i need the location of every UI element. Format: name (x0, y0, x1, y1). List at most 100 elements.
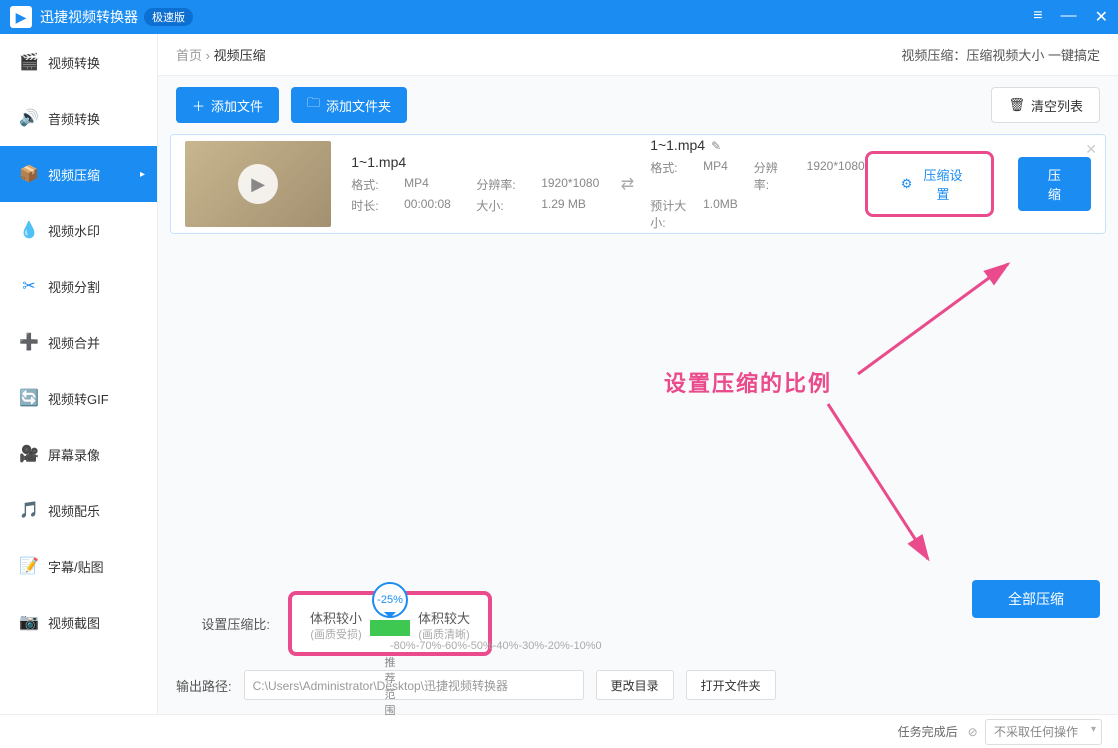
merge-icon: ➕ (20, 333, 38, 351)
content-area: 首页 › 视频压缩 视频压缩：压缩视频大小 一键搞定 ＋添加文件 🗀 添加文件夹 … (158, 34, 1118, 714)
shuffle-icon: ⇄ (621, 174, 634, 194)
sidebar-item-split[interactable]: ✂ 视频分割 (0, 258, 157, 314)
audio-icon: 🔊 (20, 109, 38, 127)
split-icon: ✂ (20, 277, 38, 295)
no-action-icon: ⊘ (968, 725, 978, 739)
out-resolution-label: 分辨率: (754, 159, 791, 193)
slider-handle[interactable]: -25% (372, 582, 408, 618)
gear-icon: ⚙ (901, 176, 913, 192)
toolbar: ＋添加文件 🗀 添加文件夹 🗑 清空列表 (158, 76, 1118, 134)
change-dir-button[interactable]: 更改目录 (596, 670, 674, 700)
slider-left-text: 体积较小 (310, 611, 362, 626)
sidebar-item-subtitle[interactable]: 📝 字幕/贴图 (0, 538, 157, 594)
music-icon: 🎵 (20, 501, 38, 519)
app-logo-icon: ▶ (10, 6, 32, 28)
sidebar-item-record[interactable]: 🎥屏幕录像 (0, 426, 157, 482)
plus-icon: ＋ (192, 96, 205, 115)
output-path-input[interactable] (244, 670, 584, 700)
sidebar-item-label: 视频分割 (48, 277, 100, 296)
format-label: 格式: (351, 176, 384, 193)
sidebar-item-label: 视频配乐 (48, 501, 100, 520)
clear-list-button[interactable]: 🗑 清空列表 (991, 87, 1100, 123)
tick: -50% (467, 640, 493, 652)
play-icon[interactable]: ▶ (238, 164, 278, 204)
sidebar-item-label: 字幕/贴图 (48, 557, 104, 576)
sidebar-item-video-compress[interactable]: 📦 视频压缩 ▸ (0, 146, 157, 202)
record-icon: 🎥 (20, 445, 38, 463)
screenshot-icon: 📷 (20, 613, 38, 631)
size-label: 大小: (476, 197, 521, 214)
compress-button[interactable]: 压缩 (1018, 157, 1091, 211)
slider-right-text: 体积较大 (418, 611, 470, 626)
subtitle-icon: 📝 (20, 557, 38, 575)
sidebar-item-audio-convert[interactable]: 🔊 音频转换 (0, 90, 157, 146)
format-value: MP4 (404, 176, 456, 193)
sidebar-item-screenshot[interactable]: 📷 视频截图 (0, 594, 157, 650)
size-value: 1.29 MB (541, 197, 605, 214)
sidebar-item-label: 视频水印 (48, 221, 100, 240)
tick: -10% (570, 640, 596, 652)
sidebar-item-merge[interactable]: ➕ 视频合并 (0, 314, 157, 370)
task-done-label: 任务完成后 (898, 723, 958, 740)
sidebar-item-label: 视频压缩 (48, 165, 100, 184)
chevron-right-icon: ▸ (140, 169, 145, 180)
sidebar-item-video-convert[interactable]: 🎬 视频转换 (0, 34, 157, 90)
tick: -70% (416, 640, 442, 652)
watermark-icon: 💧 (20, 221, 38, 239)
out-resolution-value: 1920*1080 (807, 159, 865, 193)
page-subtitle: 视频压缩：压缩视频大小 一键搞定 (901, 45, 1100, 64)
video-icon: 🎬 (20, 53, 38, 71)
tick: -80% (390, 640, 416, 652)
est-size-value: 1.0MB (703, 197, 738, 231)
sidebar-item-label: 音频转换 (48, 109, 100, 128)
edit-icon[interactable]: ✎ (711, 139, 721, 153)
compression-slider-box: 体积较小 (画质受损) -25% 推荐范围 -80% (288, 591, 492, 656)
add-folder-button[interactable]: 🗀 添加文件夹 (291, 87, 407, 123)
breadcrumb-home[interactable]: 首页 (176, 48, 202, 63)
recommended-range-label: 推荐范围 (385, 654, 396, 718)
sidebar-item-gif[interactable]: 🔄视频转GIF (0, 370, 157, 426)
compress-all-button[interactable]: 全部压缩 (972, 580, 1100, 618)
compress-settings-button[interactable]: ⚙压缩设置 (886, 158, 983, 210)
sidebar-item-music[interactable]: 🎵 视频配乐 (0, 482, 157, 538)
annotation-arrow-up (848, 254, 1028, 387)
resolution-value: 1920*1080 (541, 176, 605, 193)
footer: 任务完成后 ⊘ 不采取任何操作 (0, 714, 1118, 748)
add-file-button[interactable]: ＋添加文件 (176, 87, 279, 123)
sidebar: 🎬 视频转换 🔊 音频转换 📦 视频压缩 ▸ 💧 视频水印 ✂ 视频分割 ➕ 视频合并 🔄视频… (0, 34, 158, 714)
sidebar-item-watermark[interactable]: 💧 视频水印 (0, 202, 157, 258)
minimize-icon[interactable]: — (1061, 7, 1077, 27)
video-thumbnail[interactable]: ▶ (185, 141, 331, 227)
duration-label: 时长: (351, 197, 384, 214)
edition-badge: 极速版 (144, 8, 193, 26)
folder-icon: 🗀 (307, 94, 320, 116)
clear-label: 清空列表 (1031, 96, 1083, 115)
tick: 0 (596, 640, 602, 652)
compress-icon: 📦 (20, 165, 38, 183)
slider-value-bubble: -25% (372, 582, 408, 618)
app-title: 迅捷视频转换器 (40, 7, 138, 27)
close-icon[interactable]: ✕ (1095, 7, 1108, 27)
tick: -60% (441, 640, 467, 652)
slider-left-sub: (画质受损) (310, 628, 362, 642)
task-done-action-select[interactable]: 不采取任何操作 (985, 719, 1102, 745)
sidebar-item-label: 视频截图 (48, 613, 100, 632)
remove-icon[interactable]: ✕ (1085, 141, 1097, 158)
out-format-value: MP4 (703, 159, 738, 193)
output-filename: 1~1.mp4✎ (650, 137, 865, 153)
output-path-label: 输出路径: (176, 676, 232, 695)
trash-icon: 🗑 (1008, 97, 1025, 113)
add-folder-label: 添加文件夹 (326, 96, 391, 115)
annotation-arrow-down (818, 394, 958, 577)
resolution-label: 分辨率: (476, 176, 521, 193)
open-folder-button[interactable]: 打开文件夹 (686, 670, 776, 700)
menu-icon[interactable]: ≡ (1033, 7, 1042, 27)
tick: -20% (544, 640, 570, 652)
file-row: ▶ 1~1.mp4 格式:MP4 分辨率:1920*1080 时长:00:00:… (170, 134, 1106, 234)
slider-label: 设置压缩比: (176, 614, 270, 633)
annotation-highlight-box: ⚙压缩设置 (865, 151, 994, 217)
topbar: 首页 › 视频压缩 视频压缩：压缩视频大小 一键搞定 (158, 34, 1118, 76)
titlebar: ▶ 迅捷视频转换器 极速版 ≡ — ✕ (0, 0, 1118, 34)
sidebar-item-label: 视频合并 (48, 333, 100, 352)
sidebar-item-label: 视频转换 (48, 53, 100, 72)
